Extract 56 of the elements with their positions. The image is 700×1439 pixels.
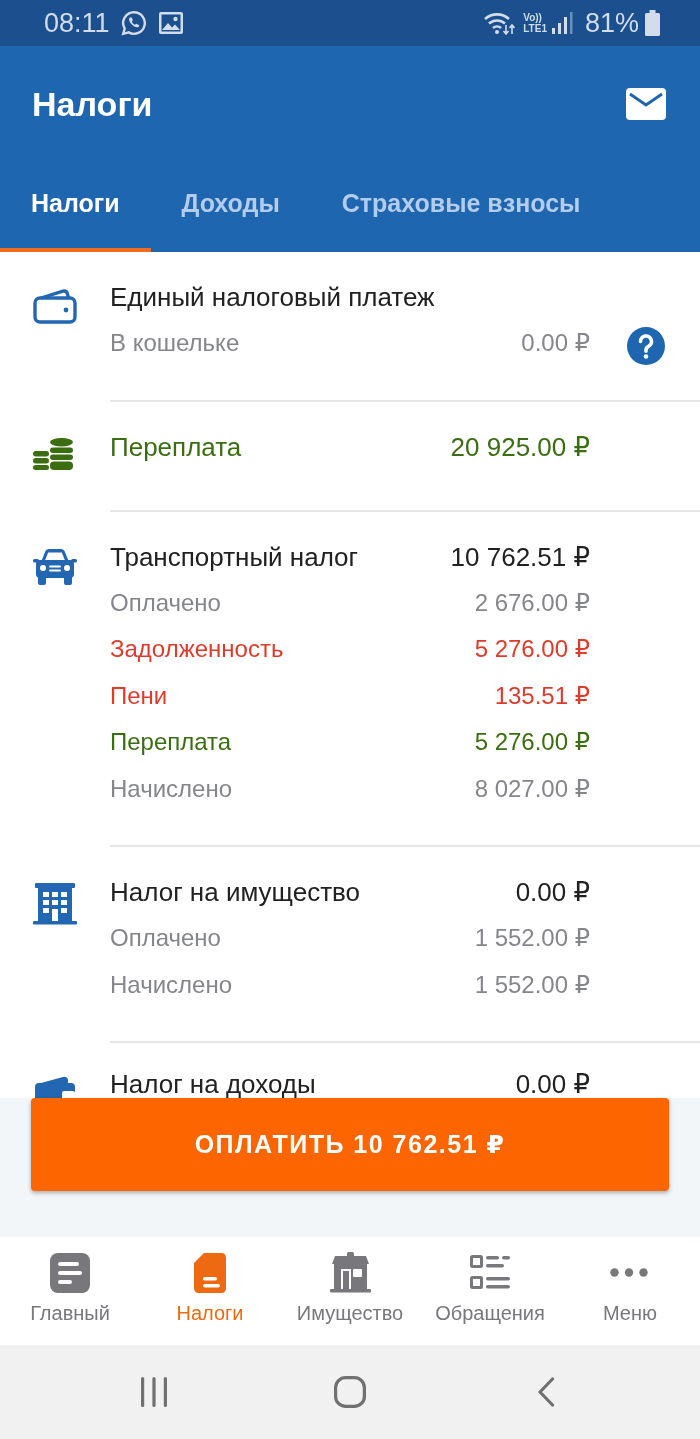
row-amount: 5 276.00 ₽: [474, 730, 590, 755]
section-amount: 20 925.00 ₽: [450, 433, 590, 460]
recent-apps-icon[interactable]: [140, 1377, 168, 1407]
row-amount: 1 552.00 ₽: [474, 972, 590, 997]
section-title: Транспортный налог: [110, 543, 359, 570]
nav-item[interactable]: Имущество: [280, 1237, 420, 1345]
section-amount: 0.00 ₽: [515, 1071, 590, 1097]
back-icon[interactable]: [537, 1377, 555, 1407]
help-icon[interactable]: [627, 327, 665, 365]
more-icon: [610, 1268, 648, 1277]
network-label: LTE1: [523, 23, 547, 34]
section-title: Налог на имущество: [110, 879, 361, 905]
chat-bubble-icon: [120, 10, 147, 36]
row-label: Пени: [110, 683, 168, 708]
section-amount: 10 762.51 ₽: [450, 543, 590, 570]
image-icon: [158, 12, 183, 34]
row-label: Оплачено: [110, 590, 221, 615]
row-label: Начислено: [110, 972, 232, 997]
section-title: Налог на доходы: [110, 1071, 316, 1097]
pay-button[interactable]: ОПЛАТИТЬ 10 762.51 ₽: [31, 1098, 669, 1191]
row-amount: 135.51 ₽: [494, 683, 590, 708]
section-title: Единый налоговый платеж: [110, 284, 435, 310]
wifi-icon: [484, 11, 516, 35]
row-label: Оплачено: [110, 926, 221, 951]
mail-icon[interactable]: [626, 88, 666, 120]
row-amount: 5 276.00 ₽: [474, 637, 590, 662]
status-time: 08:11: [44, 9, 110, 37]
home-icon[interactable]: [334, 1376, 366, 1408]
row-amount: 2 676.00 ₽: [474, 590, 590, 615]
section-amount: 0.00 ₽: [515, 879, 590, 905]
house-icon: [329, 1252, 371, 1293]
section-title: Переплата: [110, 433, 242, 460]
nav-item[interactable]: Меню: [560, 1237, 700, 1345]
volte-label: Vo)): [523, 12, 542, 23]
tab[interactable]: Доходы: [150, 162, 311, 252]
row-label: Переплата: [110, 730, 232, 755]
row-amount: 8 027.00 ₽: [474, 776, 590, 801]
battery-percent: 81%: [584, 9, 639, 37]
tab[interactable]: Страховые взносы: [310, 162, 612, 252]
building-icon: [33, 883, 77, 925]
battery-icon: [645, 10, 660, 36]
notes-icon: [50, 1252, 90, 1293]
signal-icon: [550, 11, 573, 35]
car-icon: [33, 547, 77, 586]
row-label: Задолженность: [110, 637, 284, 662]
row-amount: 1 552.00 ₽: [474, 926, 590, 951]
screen-title: Налоги: [32, 87, 153, 121]
nav-item[interactable]: Налоги: [140, 1237, 280, 1345]
nav-item[interactable]: Обращения: [420, 1237, 560, 1345]
wallet-icon: [33, 288, 77, 324]
coins-icon: [33, 437, 73, 470]
row-amount: 0.00 ₽: [521, 331, 590, 356]
nav-item[interactable]: Главный: [0, 1237, 140, 1345]
row-label: В кошельке: [110, 331, 240, 356]
document-icon: [194, 1252, 226, 1293]
row-label: Начислено: [110, 776, 232, 801]
